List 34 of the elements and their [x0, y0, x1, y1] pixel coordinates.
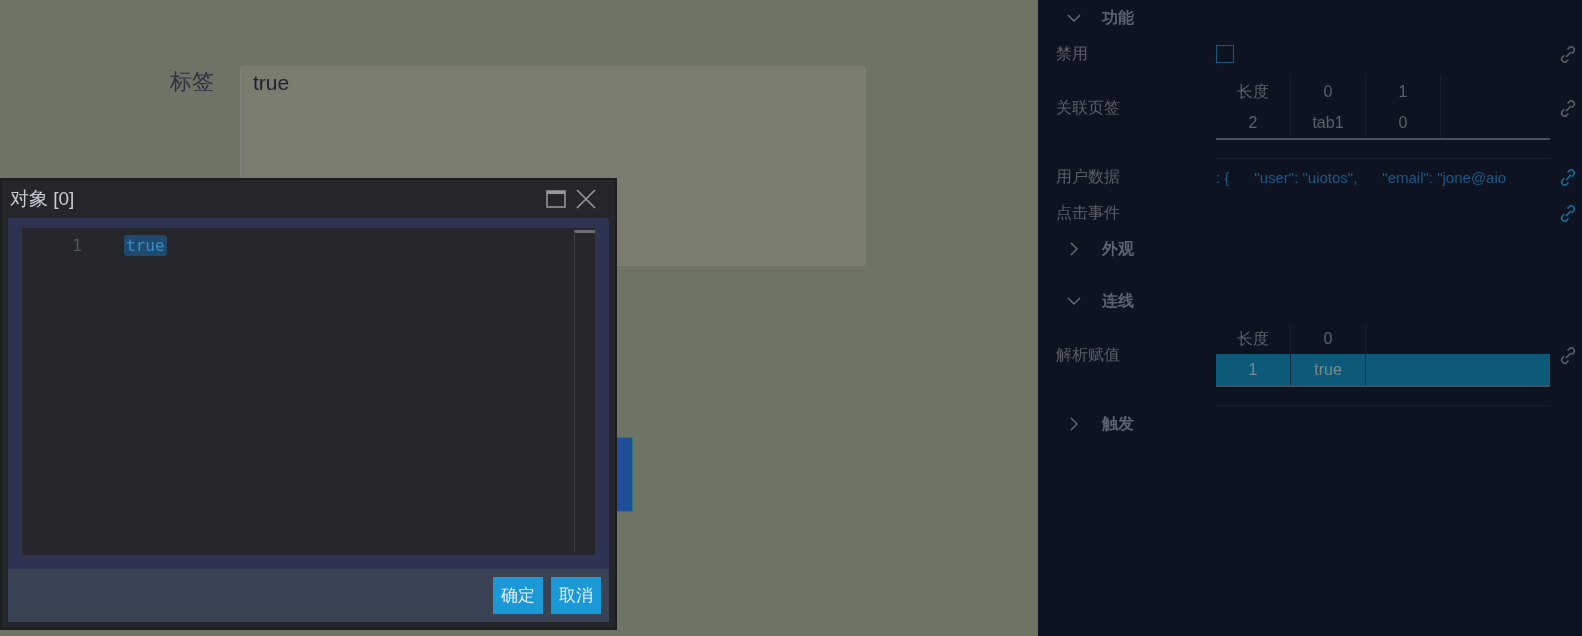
link-icon[interactable]: [1558, 98, 1578, 118]
table-row[interactable]: 1 true: [1216, 354, 1550, 385]
property-label: 用户数据: [1056, 166, 1121, 187]
table-header-cell: 1: [1366, 76, 1441, 107]
table-cell: 2: [1216, 107, 1291, 138]
table-cell: 0: [1366, 107, 1441, 138]
link-icon[interactable]: [1558, 167, 1578, 187]
section-title[interactable]: 外观: [1102, 238, 1134, 260]
maximize-icon[interactable]: [545, 188, 567, 210]
property-label: 关联页签: [1056, 97, 1121, 118]
property-value: : { "user": "uiotos", "email": "jone@aio: [1216, 168, 1507, 186]
table-row[interactable]: 2 tab1 0: [1216, 107, 1550, 138]
dialog-button[interactable]: 确定: [493, 577, 543, 614]
property-label: 点击事件: [1056, 202, 1121, 223]
section-title[interactable]: 功能: [1102, 7, 1134, 29]
table-header-cell: 0: [1291, 76, 1366, 107]
link-icon[interactable]: [1558, 203, 1578, 223]
section-title[interactable]: 连线: [1102, 290, 1134, 312]
table-cell: tab1: [1291, 107, 1366, 138]
property-label: 解析赋值: [1056, 344, 1121, 365]
table-cell: 1: [1216, 354, 1291, 385]
table-cell: true: [1291, 354, 1366, 385]
scrollbar[interactable]: [574, 230, 595, 553]
field-label: 标签: [170, 68, 214, 96]
close-icon[interactable]: [575, 188, 597, 210]
section-title[interactable]: 触发: [1102, 413, 1134, 435]
dialog-button[interactable]: 取消: [551, 577, 601, 614]
property-label: 禁用: [1056, 43, 1089, 64]
link-icon[interactable]: [1558, 345, 1578, 365]
code-text: true: [124, 234, 167, 256]
link-icon[interactable]: [1558, 44, 1578, 64]
table-header-cell: 长度: [1216, 76, 1291, 107]
dialog-title: 对象 [0]: [10, 187, 75, 211]
checkbox[interactable]: [1216, 45, 1234, 63]
